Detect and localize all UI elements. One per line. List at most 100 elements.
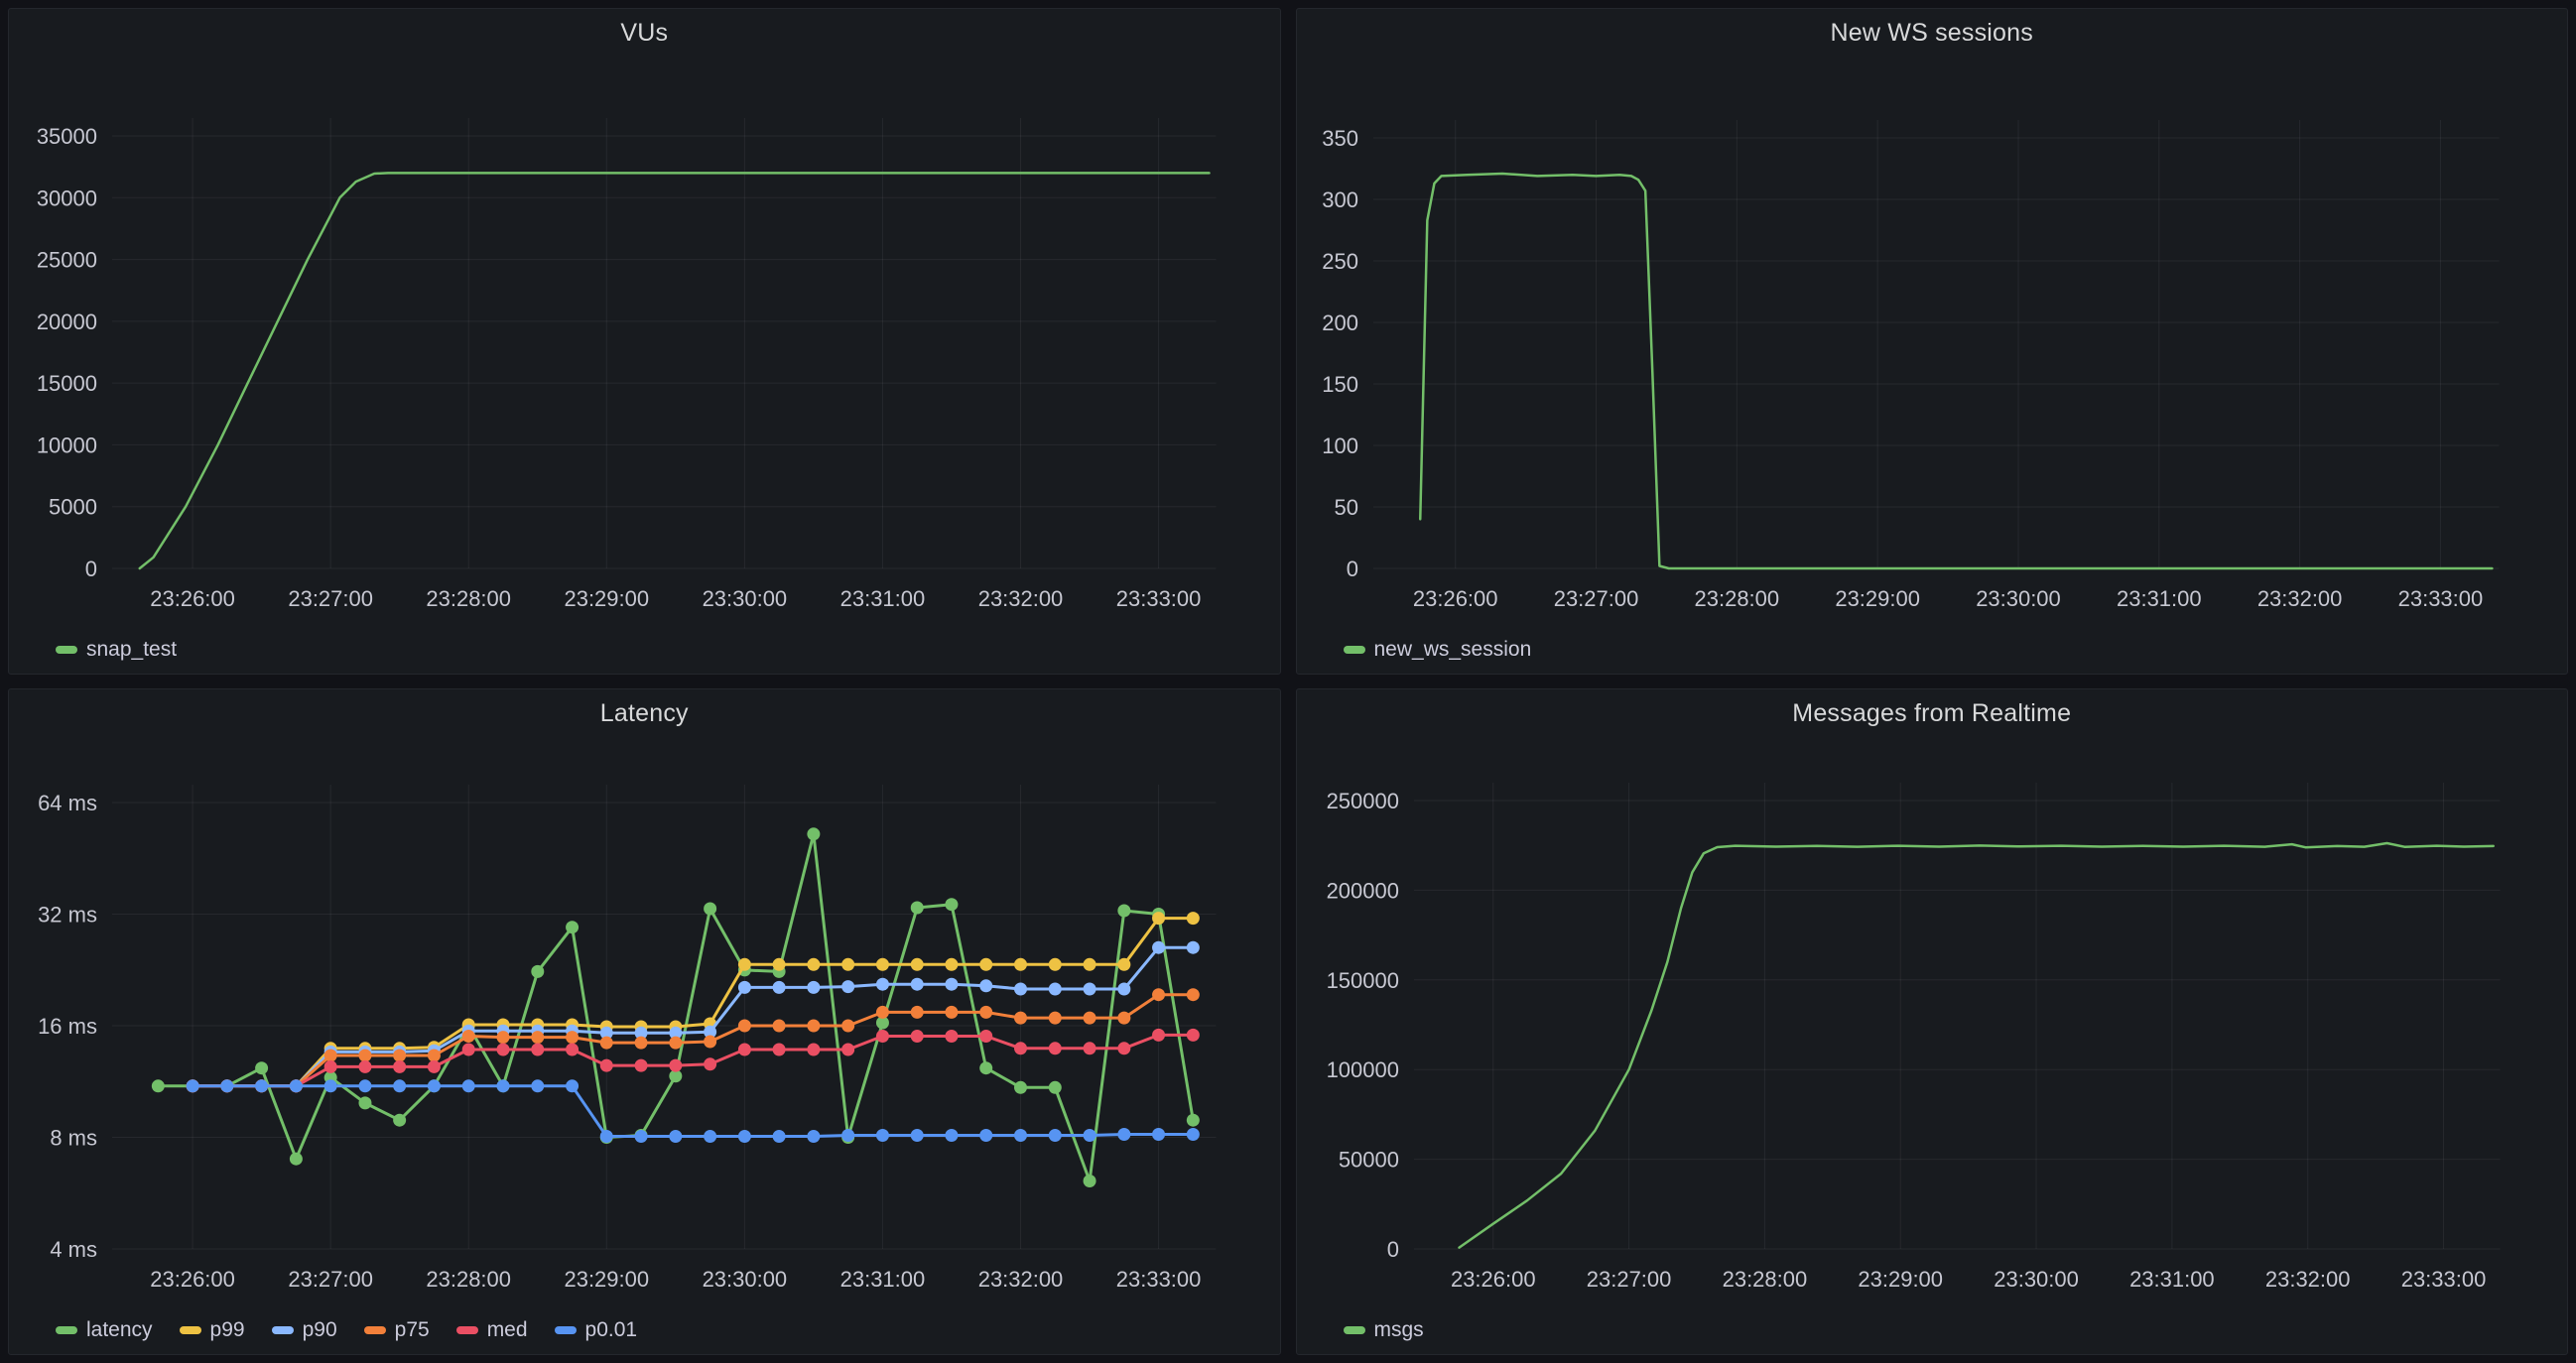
legend-item-snap_test[interactable]: snap_test [56,639,177,660]
y-tick-label: 32 ms [38,902,97,927]
series-line-snap_test [140,173,1210,568]
data-point [979,979,992,992]
vus-chart[interactable]: 0500010000150002000025000300003500023:26… [9,9,1280,674]
data-point [1084,1042,1096,1054]
data-point [979,1006,992,1019]
data-point [635,1059,648,1072]
data-point [566,1031,579,1044]
data-point [979,1030,992,1043]
x-tick-label: 23:28:00 [426,1267,511,1292]
legend-swatch-p99 [180,1326,201,1334]
data-point [220,1079,233,1092]
data-point [1187,1029,1200,1042]
data-point [1049,1129,1062,1142]
series-line-p0.01 [193,1086,1193,1137]
legend-item-latency[interactable]: latency [56,1319,153,1340]
data-point [807,1044,820,1056]
data-point [1014,1081,1027,1094]
series-line-latency [158,834,1193,1181]
data-point [704,1057,716,1070]
series-lines [1420,174,2492,568]
data-point [255,1079,268,1092]
axis-labels: 05000010000015000020000025000023:26:0023… [1326,789,2486,1292]
data-point [600,1037,613,1050]
y-tick-label: 5000 [49,495,97,520]
panel-title-vus[interactable]: VUs [9,19,1280,48]
panel-title-messages-from-realtime[interactable]: Messages from Realtime [1297,699,2568,728]
series-lines [1459,843,2493,1248]
legend-item-p75[interactable]: p75 [364,1319,430,1340]
x-tick-label: 23:31:00 [2129,1267,2215,1292]
data-point [807,981,820,994]
x-tick-label: 23:33:00 [2400,1267,2486,1292]
axis-labels: 4 ms8 ms16 ms32 ms64 ms23:26:0023:27:002… [38,791,1201,1292]
messages-from-realtime-chart[interactable]: 05000010000015000020000025000023:26:0023… [1297,689,2568,1354]
legend-item-new_ws_session[interactable]: new_ws_session [1344,639,1532,660]
data-point [1049,1042,1062,1054]
y-tick-label: 35000 [37,124,97,149]
y-tick-label: 100000 [1326,1057,1398,1082]
series-line-p75 [193,995,1193,1086]
legend-item-p99[interactable]: p99 [180,1319,245,1340]
data-point [1117,1012,1130,1025]
data-point [497,1031,510,1044]
data-point [738,981,751,994]
legend-swatch-p75 [364,1326,386,1334]
data-point [1117,958,1130,971]
legend-swatch-new_ws_session [1344,646,1365,654]
data-point [393,1050,406,1062]
data-point [1014,958,1027,971]
y-tick-label: 300 [1322,187,1358,212]
data-point [738,958,751,971]
data-point [324,1060,337,1073]
data-point [669,1037,682,1050]
legend-swatch-latency [56,1326,77,1334]
legend-label: p90 [303,1319,337,1340]
data-point [1187,912,1200,925]
y-tick-label: 30000 [37,186,97,210]
data-point [1049,983,1062,996]
legend-item-p90[interactable]: p90 [272,1319,337,1340]
x-tick-label: 23:31:00 [840,586,926,611]
data-point [704,903,716,916]
data-point [979,1061,992,1074]
panel-title-new-ws-sessions[interactable]: New WS sessions [1297,19,2568,48]
legend-item-med[interactable]: med [456,1319,528,1340]
panel-messages-from-realtime: 05000010000015000020000025000023:26:0023… [1296,688,2569,1355]
data-point [979,958,992,971]
data-point [358,1050,371,1062]
data-point [566,1044,579,1056]
x-tick-label: 23:30:00 [1976,586,2061,611]
data-point [1049,1012,1062,1025]
legend-label: p0.01 [585,1319,638,1340]
legend-item-p0.01[interactable]: p0.01 [555,1319,638,1340]
data-point [428,1060,441,1073]
grid [112,118,1217,568]
data-point [876,978,889,991]
latency-chart[interactable]: 4 ms8 ms16 ms32 ms64 ms23:26:0023:27:002… [9,689,1280,1354]
data-point [945,958,958,971]
data-point [911,1006,924,1019]
x-tick-label: 23:30:00 [1994,1267,2079,1292]
data-point [566,1079,579,1092]
data-point [773,1044,786,1056]
data-point [1187,988,1200,1001]
data-point [738,1130,751,1143]
data-point [1152,912,1165,925]
y-tick-label: 10000 [37,433,97,457]
legend-label: p75 [395,1319,430,1340]
panel-title-latency[interactable]: Latency [9,699,1280,728]
legend-item-msgs[interactable]: msgs [1344,1319,1424,1340]
data-point [876,1006,889,1019]
new-ws-sessions-chart[interactable]: 05010015020025030035023:26:0023:27:0023:… [1297,9,2568,674]
data-point [807,958,820,971]
x-tick-label: 23:32:00 [2264,1267,2350,1292]
data-point [531,965,544,978]
legend-label: msgs [1374,1319,1424,1340]
x-tick-label: 23:29:00 [565,586,650,611]
legend-messages-from-realtime: msgs [1344,1319,1424,1340]
data-point [358,1079,371,1092]
grid [1372,120,2499,568]
data-point [945,898,958,911]
y-tick-label: 4 ms [50,1237,97,1262]
